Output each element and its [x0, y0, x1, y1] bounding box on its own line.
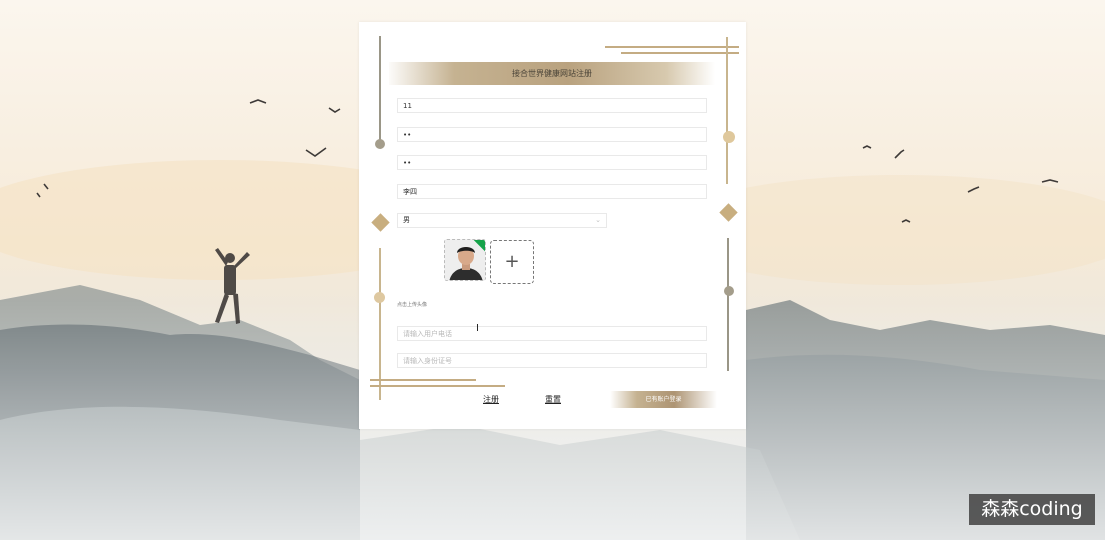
- text-cursor-icon: I: [476, 323, 479, 334]
- decor-line: [727, 238, 729, 371]
- reset-button[interactable]: 重置: [545, 394, 561, 405]
- decor-dot: [374, 292, 385, 303]
- decor-line: [370, 385, 505, 387]
- decor-dot: [723, 131, 735, 143]
- gender-select[interactable]: 男 ⌄: [397, 213, 607, 228]
- login-link-button[interactable]: 已有账户登录: [610, 391, 717, 408]
- decor-line: [726, 37, 728, 184]
- decor-line: [379, 248, 381, 400]
- phone-field[interactable]: 请输入用户电话: [397, 326, 707, 341]
- idcard-field[interactable]: 请输入身份证号: [397, 353, 707, 368]
- decor-dot: [375, 139, 385, 149]
- password-field[interactable]: ••: [397, 127, 707, 142]
- decor-diamond: [371, 213, 390, 232]
- username-field[interactable]: 11: [397, 98, 707, 113]
- gender-value: 男: [403, 216, 410, 224]
- decor-diamond: [719, 203, 738, 222]
- name-field[interactable]: 李四: [397, 184, 707, 199]
- watermark-label: 森森coding: [969, 494, 1095, 525]
- form-title: 接合世界健康网站注册: [389, 62, 715, 85]
- decor-line: [621, 52, 739, 54]
- decor-line: [605, 46, 739, 48]
- decor-line: [370, 379, 476, 381]
- registration-card: 接合世界健康网站注册 11 •• •• 李四 男 ⌄ + 点击上传头像 请输入用…: [359, 22, 746, 429]
- plus-icon: +: [504, 251, 520, 272]
- chevron-down-icon: ⌄: [595, 216, 601, 224]
- register-button[interactable]: 注册: [483, 394, 499, 405]
- decor-line: [379, 36, 381, 146]
- confirm-password-field[interactable]: ••: [397, 155, 707, 170]
- decor-dot: [724, 286, 734, 296]
- upload-hint: 点击上传头像: [397, 302, 428, 308]
- avatar-thumbnail[interactable]: [444, 239, 486, 281]
- add-avatar-button[interactable]: +: [490, 240, 534, 284]
